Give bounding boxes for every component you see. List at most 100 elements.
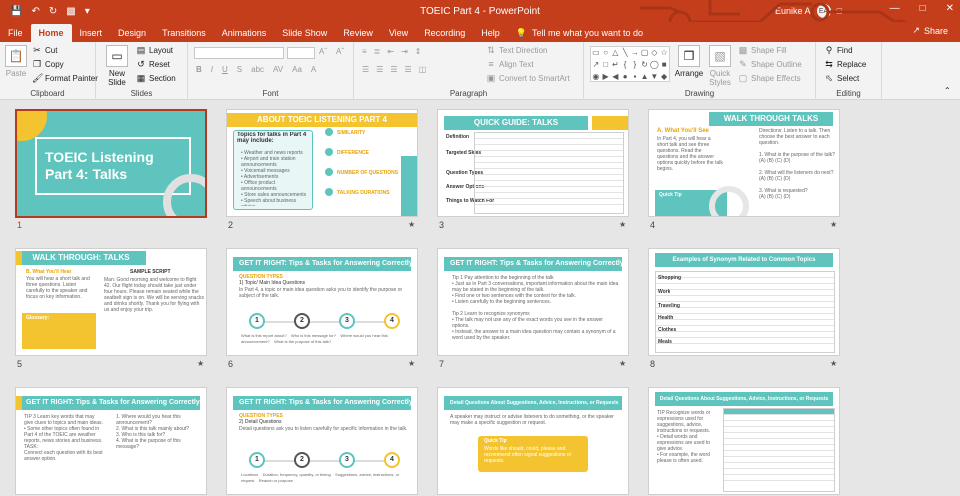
paintbrush-icon: 🖌 bbox=[32, 73, 44, 83]
text-direction-button[interactable]: ⇅ Text Direction bbox=[486, 45, 547, 55]
decrease-indent-icon[interactable]: ⇤ bbox=[387, 47, 394, 56]
slide-thumbnail-11[interactable]: Detail Questions About Suggestions, Advi… bbox=[437, 387, 629, 495]
transition-star-icon[interactable]: ★ bbox=[408, 220, 415, 229]
shape-effects-button[interactable]: ▢ Shape Effects bbox=[738, 73, 801, 83]
font-color-icon[interactable]: A bbox=[311, 65, 316, 74]
find-label: Find bbox=[837, 45, 853, 55]
tab-recording[interactable]: Recording bbox=[416, 24, 473, 42]
quick-styles-button[interactable]: ▧ Quick Styles bbox=[706, 45, 734, 87]
slide-2-item-2: DIFFERENCE bbox=[337, 150, 369, 156]
align-text-button[interactable]: ≡ Align Text bbox=[486, 59, 533, 69]
shapes-gallery[interactable]: ▭ ○ △ ╲ → ▢ ◇ ☆ ↗ □ ↵{} ↻ ◯ ■ ◉ ▶ ◀ ● ▪ ▲ ▼ ◆ bbox=[590, 46, 670, 82]
align-left-icon[interactable]: ☰ bbox=[362, 65, 369, 74]
increase-font-icon[interactable]: Aˆ bbox=[319, 47, 327, 56]
tab-file[interactable]: File bbox=[0, 24, 31, 42]
copy-button[interactable]: ❐ Copy bbox=[32, 59, 64, 69]
share-button[interactable]: ↗ Share bbox=[912, 25, 948, 36]
shape-outline-button[interactable]: ✎ Shape Outline bbox=[738, 59, 801, 69]
cut-button[interactable]: ✂ Cut bbox=[32, 45, 57, 55]
tab-view[interactable]: View bbox=[381, 24, 416, 42]
bold-icon[interactable]: B bbox=[196, 65, 202, 74]
numbering-icon[interactable]: ≣ bbox=[374, 47, 381, 56]
slide-thumbnail-2[interactable]: ABOUT TOEIC LISTENING PART 4 Topics for … bbox=[226, 109, 418, 217]
align-right-icon[interactable]: ☰ bbox=[390, 65, 397, 74]
slide-thumbnail-6[interactable]: GET IT RIGHT: Tips & Tasks for Answering… bbox=[226, 248, 418, 356]
font-size-dropdown[interactable] bbox=[287, 47, 315, 59]
decrease-font-icon[interactable]: Aˇ bbox=[336, 47, 344, 56]
save-icon[interactable]: 💾 bbox=[10, 6, 22, 17]
font-family-dropdown[interactable] bbox=[194, 47, 284, 59]
reset-button[interactable]: ↺ Reset bbox=[136, 59, 170, 69]
line-spacing-icon[interactable]: ⇕ bbox=[415, 47, 422, 56]
redo-icon[interactable]: ↻ bbox=[49, 6, 57, 17]
paste-label: Paste bbox=[5, 69, 27, 78]
strikethrough-icon[interactable]: S bbox=[237, 65, 242, 74]
tab-animations[interactable]: Animations bbox=[214, 24, 275, 42]
paste-button[interactable]: 📋 Paste bbox=[4, 45, 28, 78]
slide-thumbnail-1[interactable]: TOEIC Listening Part 4: Talks bbox=[15, 109, 207, 218]
cursor-icon: ⬁ bbox=[825, 73, 833, 83]
maximize-button[interactable]: □ bbox=[920, 3, 926, 14]
slide-number-2: 2 bbox=[228, 220, 234, 230]
slide-thumbnail-8[interactable]: Examples of Synonym Related to Common To… bbox=[648, 248, 840, 356]
slide-thumbnail-3[interactable]: QUICK GUIDE: TALKS Definition Targeted S… bbox=[437, 109, 629, 217]
tab-review[interactable]: Review bbox=[335, 24, 381, 42]
italic-icon[interactable]: I bbox=[211, 65, 213, 74]
step-1: 1 bbox=[249, 313, 265, 329]
smartart-button[interactable]: ▣ Convert to SmartArt bbox=[486, 73, 570, 83]
tab-slide-show[interactable]: Slide Show bbox=[274, 24, 335, 42]
shape-fill-button[interactable]: ▩ Shape Fill bbox=[738, 45, 787, 55]
smartart-icon: ▣ bbox=[486, 73, 496, 83]
layout-button[interactable]: ▤ Layout bbox=[136, 45, 173, 55]
tab-help[interactable]: Help bbox=[473, 24, 508, 42]
slide-10-title: GET IT RIGHT: Tips & Tasks for Answering… bbox=[233, 396, 411, 410]
slide-thumbnail-9[interactable]: GET IT RIGHT: Tips & Tasks for Answering… bbox=[15, 387, 207, 495]
transition-star-icon[interactable]: ★ bbox=[619, 220, 626, 229]
slide-8-row-3: Traveling bbox=[658, 303, 680, 309]
transition-star-icon[interactable]: ★ bbox=[830, 220, 837, 229]
slide-thumbnail-12[interactable]: Detail Questions About Suggestions, Advi… bbox=[648, 387, 840, 495]
slide-sorter: TOEIC Listening Part 4: Talks 1 ABOUT TO… bbox=[0, 101, 960, 496]
tab-design[interactable]: Design bbox=[110, 24, 154, 42]
ribbon-display-icon[interactable]: □ bbox=[837, 6, 842, 16]
section-label: Section bbox=[149, 73, 176, 83]
find-button[interactable]: ⚲ Find bbox=[824, 45, 853, 55]
collapse-ribbon-icon[interactable]: ⌃ bbox=[944, 86, 951, 95]
select-button[interactable]: ⬁ Select bbox=[824, 73, 859, 83]
tab-transitions[interactable]: Transitions bbox=[154, 24, 214, 42]
slide-9-body: TIP 3 Learn key words that may give clue… bbox=[24, 414, 103, 462]
section-button[interactable]: ▦ Section bbox=[136, 73, 176, 83]
transition-star-icon[interactable]: ★ bbox=[619, 359, 626, 368]
justify-icon[interactable]: ☰ bbox=[405, 65, 412, 74]
slide-thumbnail-4[interactable]: WALK THROUGH TALKS A. What You'll See In… bbox=[648, 109, 840, 217]
slide-thumbnail-7[interactable]: GET IT RIGHT: Tips & Tasks for Answering… bbox=[437, 248, 629, 356]
columns-icon[interactable]: ◫ bbox=[419, 65, 427, 74]
undo-icon[interactable]: ↶ bbox=[31, 6, 39, 17]
align-center-icon[interactable]: ☰ bbox=[376, 65, 383, 74]
slide-thumbnail-5[interactable]: WALK THROUGH: TALKS B. What You'll Hear … bbox=[15, 248, 207, 356]
avatar[interactable]: EA bbox=[816, 4, 831, 18]
underline-icon[interactable]: U bbox=[222, 65, 228, 74]
tab-home[interactable]: Home bbox=[30, 24, 72, 42]
slide-thumbnail-10[interactable]: GET IT RIGHT: Tips & Tasks for Answering… bbox=[226, 387, 418, 495]
close-button[interactable]: ✕ bbox=[946, 3, 954, 14]
tab-insert[interactable]: Insert bbox=[72, 24, 111, 42]
new-slide-button[interactable]: ▭ New Slide bbox=[102, 45, 132, 87]
bullets-icon[interactable]: ≡ bbox=[362, 47, 367, 56]
transition-star-icon[interactable]: ★ bbox=[830, 359, 837, 368]
transition-star-icon[interactable]: ★ bbox=[408, 359, 415, 368]
customize-icon[interactable]: ▾ bbox=[85, 6, 90, 17]
step-2: 2 bbox=[294, 452, 310, 468]
replace-button[interactable]: ⇆ Replace bbox=[824, 59, 866, 69]
tell-me-search[interactable]: 💡 Tell me what you want to do bbox=[516, 24, 643, 42]
account[interactable]: Eunike A EA □ bbox=[775, 4, 842, 18]
case-icon[interactable]: Aa bbox=[292, 65, 302, 74]
shadow-icon[interactable]: abc bbox=[251, 65, 264, 74]
slideshow-icon[interactable]: ▩ bbox=[66, 6, 75, 17]
format-painter-button[interactable]: 🖌 Format Painter bbox=[32, 73, 98, 83]
arrange-button[interactable]: ❒ Arrange bbox=[674, 45, 704, 78]
transition-star-icon[interactable]: ★ bbox=[197, 359, 204, 368]
spacing-icon[interactable]: AV bbox=[273, 65, 283, 74]
minimize-button[interactable]: — bbox=[890, 3, 900, 14]
increase-indent-icon[interactable]: ⇥ bbox=[401, 47, 408, 56]
